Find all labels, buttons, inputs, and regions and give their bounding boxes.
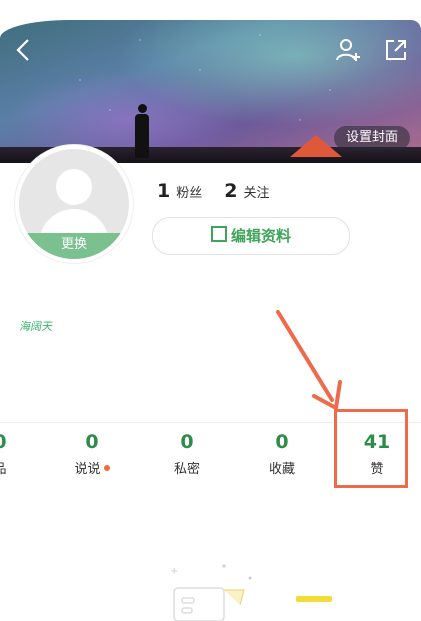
tab-count: 0: [275, 431, 289, 453]
followers-label[interactable]: 粉丝: [176, 186, 202, 201]
tab-count: 0: [180, 431, 194, 453]
follow-stats: 1 粉丝 2 关注: [157, 180, 270, 202]
edit-icon: [210, 226, 227, 242]
highlight-box: [334, 409, 408, 488]
tab-works[interactable]: 0 品: [0, 430, 40, 477]
svg-text:+: +: [170, 566, 178, 577]
tab-private[interactable]: 0 私密: [147, 430, 227, 477]
followers-count[interactable]: 1: [157, 180, 170, 202]
change-avatar-label[interactable]: 更换: [19, 233, 129, 259]
tab-count: 0: [85, 431, 99, 453]
tab-label: 说说: [74, 462, 101, 477]
tab-label: 收藏: [268, 462, 295, 477]
tab-posts[interactable]: 0 说说: [52, 430, 132, 477]
following-count[interactable]: 2: [224, 180, 237, 202]
tab-label: 品: [0, 458, 40, 477]
set-cover-button[interactable]: 设置封面: [334, 126, 410, 150]
handwriting-text: 海阔天: [18, 320, 55, 333]
person-silhouette: [134, 104, 150, 159]
following-label[interactable]: 关注: [243, 186, 269, 201]
empty-state-illustration: +: [170, 564, 252, 621]
avatar[interactable]: 更换: [15, 145, 133, 263]
edit-profile-button[interactable]: 编辑资料: [152, 217, 350, 255]
tab-count: 0: [0, 430, 40, 454]
tab-label: 私密: [173, 462, 200, 477]
edit-profile-label: 编辑资料: [230, 227, 291, 245]
yellow-highlight-mark: [296, 596, 332, 602]
pointer-arrow: [276, 310, 342, 410]
tab-favorites[interactable]: 0 收藏: [242, 430, 322, 477]
notification-dot: [103, 465, 110, 471]
back-chevron-icon[interactable]: [10, 36, 38, 64]
add-friend-icon[interactable]: [334, 36, 362, 64]
share-icon[interactable]: [382, 36, 410, 64]
